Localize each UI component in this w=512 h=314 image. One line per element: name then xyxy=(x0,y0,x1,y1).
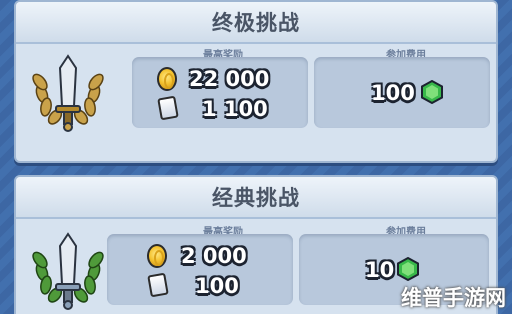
challenge-card-ultimate[interactable]: 终极挑战 最高奖励 22 000 1 100 参加费用 100 xyxy=(14,0,498,163)
green-laurel-sword-icon xyxy=(32,232,104,310)
reward-cards-amount: 100 xyxy=(195,274,239,298)
card-icon xyxy=(147,272,169,298)
reward-gold-amount: 2 000 xyxy=(181,244,247,268)
fee-amount: 100 xyxy=(371,81,415,105)
reward-panel: 2 000 100 xyxy=(107,234,293,305)
gold-coin-icon xyxy=(157,67,177,91)
card-header: 经典挑战 xyxy=(16,177,496,219)
card-header: 终极挑战 xyxy=(16,2,496,44)
fee-panel[interactable]: 100 xyxy=(314,57,490,128)
challenge-title: 终极挑战 xyxy=(212,11,300,35)
gem-icon xyxy=(397,257,419,281)
reward-gold-amount: 22 000 xyxy=(189,67,270,91)
reward-panel: 22 000 1 100 xyxy=(132,57,308,128)
gold-coin-icon xyxy=(147,244,167,268)
watermark: 维普手游网 xyxy=(401,286,506,310)
gem-icon xyxy=(421,80,443,104)
reward-cards-amount: 1 100 xyxy=(202,97,268,121)
fee-amount: 10 xyxy=(365,258,395,282)
card-icon xyxy=(157,95,179,121)
challenge-title: 经典挑战 xyxy=(212,186,300,210)
gold-laurel-sword-icon xyxy=(32,54,104,132)
